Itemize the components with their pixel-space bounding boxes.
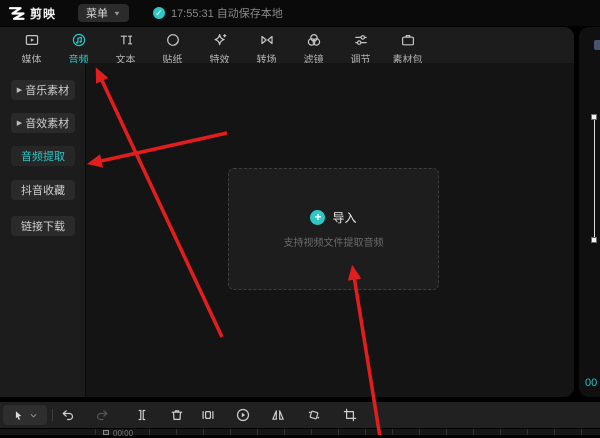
text-icon — [118, 32, 134, 48]
sidebar-item-label: 音乐素材 — [25, 82, 69, 98]
mirror-icon — [270, 407, 286, 423]
tab-adjust[interactable]: 调节 — [337, 27, 384, 63]
sidebar-item-label: 抖音收藏 — [21, 182, 65, 198]
mirror-button[interactable] — [270, 407, 286, 423]
menu-button[interactable]: 菜单 ▼ — [78, 4, 129, 22]
player-panel: 00 — [579, 27, 600, 397]
menu-label: 菜单 — [86, 5, 108, 21]
trash-icon — [169, 407, 185, 423]
timeline-ruler: 00:00 — [95, 429, 600, 435]
sidebar-item-music-material[interactable]: ▶音乐素材 — [11, 80, 75, 100]
filter-icon — [306, 32, 322, 48]
import-label: 导入 — [332, 209, 356, 226]
sidebar-item-audio-extract[interactable]: 音频提取 — [11, 146, 75, 166]
timeline-strip[interactable]: 00:00 — [0, 429, 600, 435]
split-button[interactable] — [134, 407, 150, 423]
delete-button[interactable] — [169, 407, 185, 423]
media-icon — [24, 32, 40, 48]
tab-sticker[interactable]: 贴纸 — [149, 27, 196, 63]
app-name: 剪映 — [30, 5, 56, 22]
cursor-icon — [12, 409, 25, 422]
undo-icon — [59, 407, 75, 423]
resource-panel: 媒体音频文本贴纸特效转场滤镜调节素材包 ▶音乐素材▶音效素材音频提取抖音收藏链接… — [0, 27, 574, 397]
tab-bar: 媒体音频文本贴纸特效转场滤镜调节素材包 — [0, 27, 574, 63]
player-header-icon — [594, 40, 600, 50]
tab-text[interactable]: 文本 — [102, 27, 149, 63]
import-row: + 导入 — [310, 209, 356, 226]
freeze-button[interactable] — [200, 407, 216, 423]
tab-package[interactable]: 素材包 — [384, 27, 431, 63]
autosave-status: 17:55:31 自动保存本地 — [171, 5, 283, 21]
crop-icon — [342, 407, 358, 423]
toolbar-divider — [52, 409, 53, 421]
play-circle-icon — [235, 407, 251, 423]
selection-handle[interactable] — [591, 114, 597, 120]
crop-button[interactable] — [342, 407, 358, 423]
clip-thumb-icon — [103, 430, 109, 435]
chevron-down-icon — [29, 411, 38, 420]
chevron-down-icon: ▼ — [113, 9, 121, 16]
timeline-toolbar — [0, 402, 600, 428]
tab-audio[interactable]: 音频 — [55, 27, 102, 63]
main-area: + 导入 支持视频文件提取音频 — [86, 63, 574, 397]
sidebar-item-douyin-favorites[interactable]: 抖音收藏 — [11, 180, 75, 200]
autosave-check-icon: ✓ — [153, 7, 165, 19]
sidebar: ▶音乐素材▶音效素材音频提取抖音收藏链接下载 — [0, 63, 86, 397]
import-dropzone[interactable]: + 导入 支持视频文件提取音频 — [228, 168, 439, 290]
sidebar-item-sfx-material[interactable]: ▶音效素材 — [11, 113, 75, 133]
top-bar: 剪映 菜单 ▼ ✓ 17:55:31 自动保存本地 — [0, 0, 600, 26]
import-hint: 支持视频文件提取音频 — [284, 234, 384, 249]
package-icon — [400, 32, 416, 48]
ruler-start-label: 00:00 — [113, 429, 133, 438]
transition-icon — [259, 32, 275, 48]
tab-media[interactable]: 媒体 — [8, 27, 55, 63]
autosave-status-group: ✓ 17:55:31 自动保存本地 — [153, 5, 283, 21]
selection-handle[interactable] — [591, 237, 597, 243]
rotate-button[interactable] — [306, 407, 322, 423]
app-logo-icon — [8, 6, 25, 21]
sidebar-item-link-download[interactable]: 链接下载 — [11, 216, 75, 236]
tab-filter[interactable]: 滤镜 — [290, 27, 337, 63]
selection-box-edge — [594, 117, 595, 240]
redo-button[interactable] — [95, 407, 111, 423]
select-tool-button[interactable] — [3, 405, 47, 425]
redo-icon — [95, 407, 111, 423]
player-timecode: 00 — [585, 377, 597, 389]
expand-chevron-icon: ▶ — [17, 119, 22, 127]
sidebar-item-label: 音频提取 — [21, 148, 65, 164]
expand-chevron-icon: ▶ — [17, 86, 22, 94]
plus-icon: + — [310, 210, 325, 225]
panel-content: ▶音乐素材▶音效素材音频提取抖音收藏链接下载 + 导入 支持视频文件提取音频 — [0, 63, 574, 397]
tab-transition[interactable]: 转场 — [243, 27, 290, 63]
freeze-frame-icon — [200, 407, 216, 423]
sidebar-item-label: 链接下载 — [21, 218, 65, 234]
reverse-button[interactable] — [235, 407, 251, 423]
tab-effects[interactable]: 特效 — [196, 27, 243, 63]
sticker-icon — [165, 32, 181, 48]
rotate-icon — [306, 407, 322, 423]
adjust-icon — [353, 32, 369, 48]
effects-icon — [212, 32, 228, 48]
sidebar-item-label: 音效素材 — [25, 115, 69, 131]
audio-icon — [71, 32, 87, 48]
split-icon — [134, 407, 150, 423]
undo-button[interactable] — [59, 407, 75, 423]
